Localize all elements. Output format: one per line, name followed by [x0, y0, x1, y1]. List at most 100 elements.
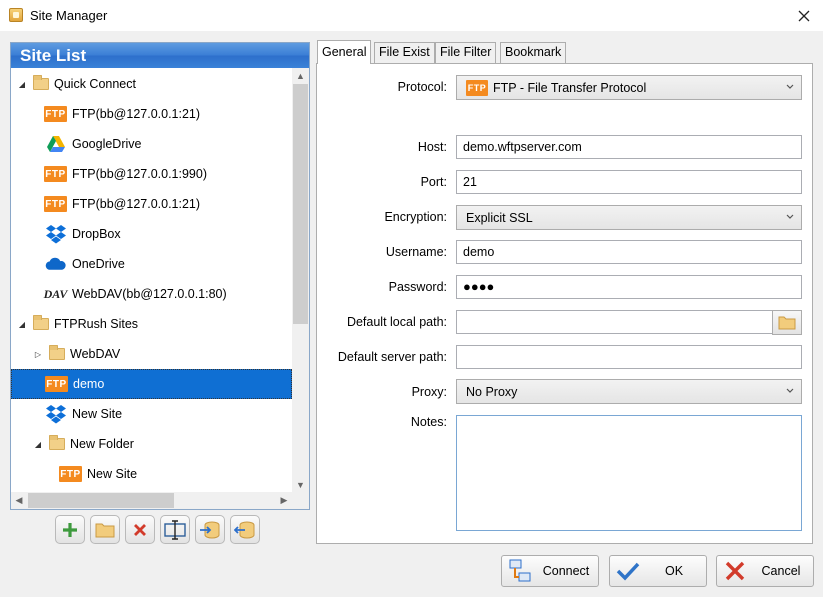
- site-tree-item-label: WebDAV(bb@127.0.0.1:80): [72, 287, 227, 301]
- server-path-label: Default server path:: [337, 350, 447, 364]
- google-drive-icon: [44, 135, 67, 153]
- horizontal-scroll-thumb[interactable]: [28, 493, 174, 508]
- site-list-header: Site List: [11, 43, 309, 68]
- encryption-value: Explicit SSL: [466, 210, 533, 225]
- title-bar: Site Manager: [0, 0, 823, 31]
- delete-x-icon: [134, 523, 146, 536]
- notes-textarea[interactable]: [456, 415, 802, 531]
- site-list-panel: Site List ◢ Quick Connect FTP FTP(bb@127.0.…: [10, 42, 310, 510]
- import-icon: [200, 521, 220, 538]
- site-tree-item[interactable]: FTP New Site: [11, 459, 292, 489]
- ok-button[interactable]: OK: [609, 555, 707, 587]
- cancel-label: Cancel: [761, 564, 801, 578]
- rename-button[interactable]: [160, 515, 190, 544]
- tab-bookmark[interactable]: Bookmark: [500, 42, 567, 63]
- tab-file-filter[interactable]: File Filter: [435, 42, 497, 63]
- folder-icon: [33, 315, 49, 330]
- password-input[interactable]: ●●●●: [456, 275, 802, 299]
- site-tree-item[interactable]: DAV WebDAV(bb@127.0.0.1:80): [11, 279, 292, 309]
- export-button[interactable]: [230, 515, 260, 544]
- vertical-scroll-thumb[interactable]: [293, 84, 308, 324]
- protocol-label: Protocol:: [397, 80, 447, 94]
- ftp-icon: FTP: [44, 106, 67, 122]
- proxy-select[interactable]: No Proxy: [456, 379, 802, 404]
- scroll-down-arrow-icon[interactable]: ▼: [292, 477, 309, 493]
- tree-collapsed-arrow-icon[interactable]: ▷: [33, 349, 43, 359]
- username-input[interactable]: [456, 240, 802, 264]
- browse-local-path-button[interactable]: [772, 310, 802, 335]
- site-tree-item[interactable]: OneDrive: [11, 249, 292, 279]
- site-manager-app-icon: [9, 8, 23, 22]
- scroll-right-arrow-icon[interactable]: ▶: [276, 492, 292, 509]
- server-path-input[interactable]: [456, 345, 802, 369]
- cancel-x-icon: [721, 557, 749, 585]
- local-path-label: Default local path:: [346, 315, 447, 329]
- chevron-down-icon: [786, 214, 794, 219]
- folder-icon: [778, 316, 796, 330]
- dropbox-icon: [44, 405, 67, 424]
- tree-expanded-arrow-icon[interactable]: ◢: [17, 79, 27, 89]
- site-tree-item[interactable]: New Site: [11, 399, 292, 429]
- ok-label: OK: [664, 564, 684, 578]
- site-tree-item-label: DropBox: [72, 227, 121, 241]
- connect-icon: [506, 557, 534, 585]
- plus-icon: [63, 522, 77, 537]
- site-tree-item[interactable]: FTP FTP(bb@127.0.0.1:21): [11, 99, 292, 129]
- tree-expanded-arrow-icon[interactable]: ◢: [33, 439, 43, 449]
- dropbox-icon: [44, 225, 67, 244]
- connect-button[interactable]: Connect: [501, 555, 599, 587]
- encryption-label: Encryption:: [384, 210, 447, 224]
- close-icon: [798, 10, 810, 22]
- tree-vertical-scrollbar[interactable]: ▲ ▼: [292, 68, 309, 493]
- site-tree-item[interactable]: ▷ WebDAV: [11, 339, 292, 369]
- ftp-icon: FTP: [59, 466, 82, 482]
- cancel-button[interactable]: Cancel: [716, 555, 814, 587]
- close-window-button[interactable]: [791, 3, 817, 29]
- site-tree-item[interactable]: FTP FTP(bb@127.0.0.1:21): [11, 189, 292, 219]
- site-tree-item-label: GoogleDrive: [72, 137, 142, 151]
- add-folder-button[interactable]: [90, 515, 120, 544]
- webdav-icon: DAV: [43, 286, 68, 301]
- username-label: Username:: [385, 245, 447, 259]
- site-tree-item[interactable]: ◢ Quick Connect: [11, 69, 292, 99]
- host-label: Host:: [417, 140, 447, 154]
- site-tree-item[interactable]: FTP FTP(bb@127.0.0.1:990): [11, 159, 292, 189]
- site-tree-item[interactable]: GoogleDrive: [11, 129, 292, 159]
- site-tree-item-label: New Site: [72, 407, 123, 421]
- host-input[interactable]: [456, 135, 802, 159]
- tree-horizontal-scrollbar[interactable]: ◀ ▶: [11, 492, 292, 509]
- tab-file-exist[interactable]: File Exist: [374, 42, 435, 63]
- notes-label: Notes:: [410, 415, 447, 429]
- site-tree-item[interactable]: ◢ FTPRush Sites: [11, 309, 292, 339]
- protocol-value: FTP - File Transfer Protocol: [493, 80, 647, 95]
- protocol-select[interactable]: FTP FTP - File Transfer Protocol: [456, 75, 802, 100]
- site-tree-item[interactable]: FTP demo: [11, 369, 292, 399]
- local-path-input[interactable]: [456, 310, 773, 334]
- import-button[interactable]: [195, 515, 225, 544]
- folder-icon: [33, 75, 49, 90]
- scroll-left-arrow-icon[interactable]: ◀: [11, 492, 27, 509]
- site-tree-item[interactable]: ◢ New Folder: [11, 429, 292, 459]
- folder-icon: [49, 345, 65, 360]
- password-label: Password:: [388, 280, 447, 294]
- delete-button[interactable]: [125, 515, 155, 544]
- site-tree: ◢ Quick Connect FTP FTP(bb@127.0.0.1:21) Goo…: [11, 68, 292, 493]
- site-tree-item[interactable]: DropBox: [11, 219, 292, 249]
- site-tree-item-label: demo: [73, 377, 105, 391]
- port-input[interactable]: [456, 170, 802, 194]
- tab-general[interactable]: General: [317, 40, 372, 64]
- connect-label: Connect: [542, 564, 590, 578]
- tree-expanded-arrow-icon[interactable]: ◢: [17, 319, 27, 329]
- site-tree-item-label: New Folder: [70, 437, 134, 451]
- scroll-up-arrow-icon[interactable]: ▲: [292, 68, 309, 84]
- site-tree-item-label: Quick Connect: [54, 77, 136, 91]
- export-icon: [234, 521, 255, 538]
- encryption-select[interactable]: Explicit SSL: [456, 205, 802, 230]
- chevron-down-icon: [786, 388, 794, 393]
- checkmark-icon: [614, 557, 642, 585]
- add-site-button[interactable]: [55, 515, 85, 544]
- ftp-icon: FTP: [466, 79, 488, 96]
- rename-icon: [164, 519, 186, 540]
- onedrive-icon: [44, 255, 67, 273]
- scroll-corner: [292, 492, 309, 509]
